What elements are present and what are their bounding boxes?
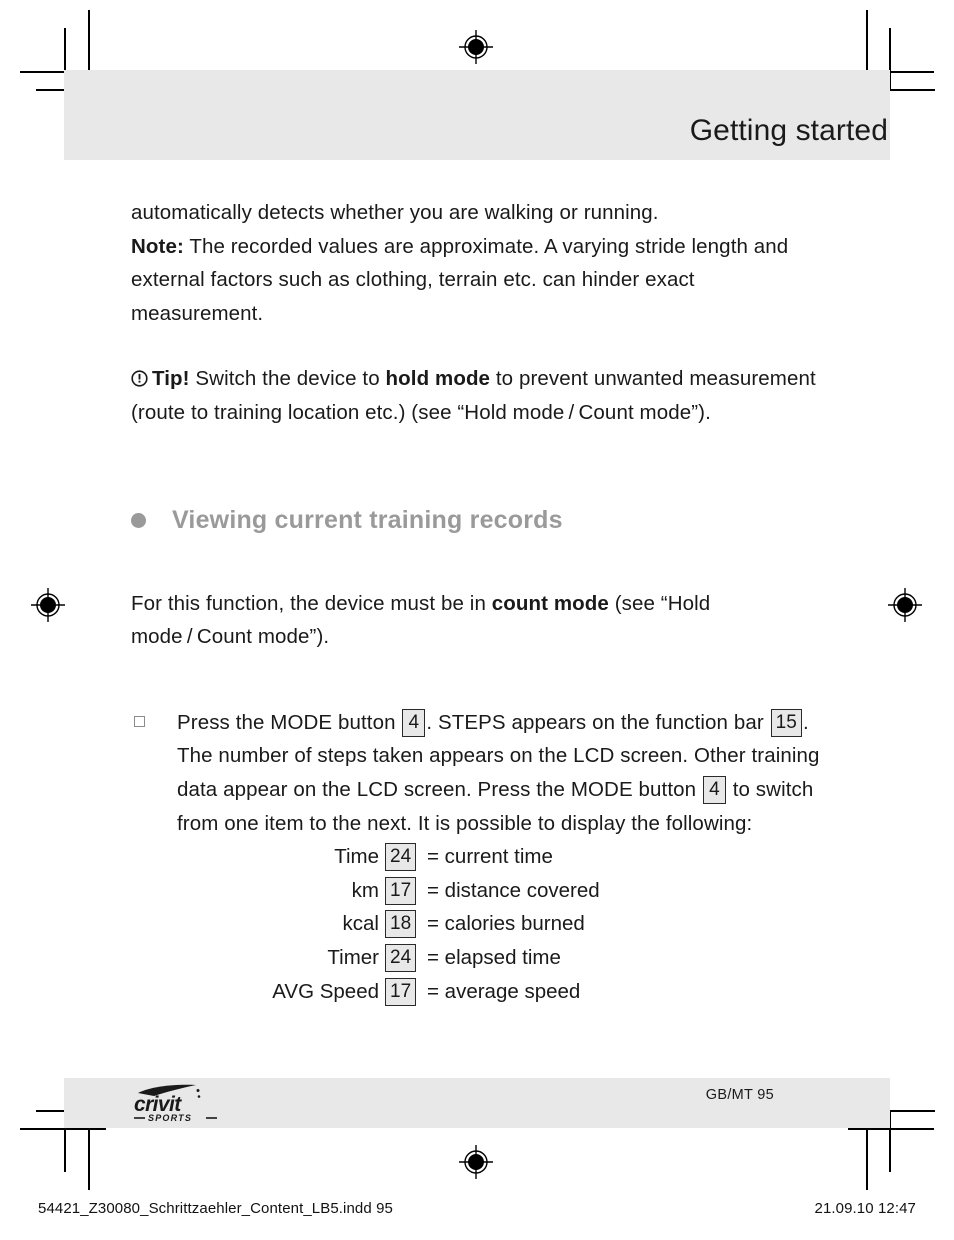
reference-box: 4 — [702, 775, 726, 804]
definition-row: Timer 24 = elapsed time — [131, 941, 831, 975]
definition-label: Timer — [327, 945, 379, 969]
note-label: Note: — [131, 234, 184, 258]
step-seg-2: . STEPS appears on the function bar — [426, 710, 770, 734]
crop-mark-right-top-inner — [885, 89, 935, 91]
definition-row: kcal 18 = calories burned — [131, 907, 831, 941]
crop-mark-top-left-outer — [88, 10, 90, 72]
definition-ref-wrap: 24 — [379, 840, 423, 874]
note-text: The recorded values are approximate. A v… — [131, 234, 789, 325]
page-title: Getting started — [689, 114, 888, 147]
square-bullet-icon — [134, 715, 145, 727]
tip-text-before: Switch the device to — [189, 367, 386, 391]
count-mode-text-before: For this function, the device must be in — [131, 591, 492, 615]
definition-ref-wrap: 17 — [379, 874, 423, 908]
definition-description: = distance covered — [427, 878, 600, 902]
step-seg-1: Press the MODE button — [177, 710, 402, 734]
crop-mark-bottom-left-outer — [88, 1128, 90, 1190]
reference-box: 15 — [770, 708, 802, 737]
crop-mark-right-bottom-outer — [848, 1128, 934, 1130]
footer-page-info: GB/MT 95 — [705, 1087, 774, 1103]
definition-description: = current time — [427, 845, 553, 869]
section-heading: Viewing current training records — [131, 506, 831, 535]
tip-label: Tip! — [152, 367, 190, 391]
tip-bold-term: hold mode — [385, 367, 491, 391]
section-heading-label: Viewing current training records — [172, 505, 563, 534]
page-canvas: Getting started automatically detects wh… — [0, 0, 954, 1240]
definition-list: Time 24 = current time km 17 = distance … — [131, 840, 831, 1008]
list-item: Press the MODE button 4. STEPS appears o… — [131, 706, 831, 840]
crop-mark-right-bottom-inner — [885, 1110, 935, 1112]
paragraph-tip: Tip! Switch the device to hold mode to p… — [131, 362, 831, 429]
paragraph-intro-line1: automatically detects whether you are wa… — [131, 201, 659, 224]
svg-text:SPORTS: SPORTS — [148, 1113, 192, 1123]
definition-row: Time 24 = current time — [131, 840, 831, 874]
registration-mark-left — [31, 588, 65, 622]
reference-box: 4 — [402, 708, 426, 737]
definition-label: km — [351, 878, 379, 902]
step-list: Press the MODE button 4. STEPS appears o… — [131, 706, 831, 840]
registration-mark-right — [888, 588, 922, 622]
definition-label: AVG Speed — [272, 979, 379, 1003]
definition-description: = calories burned — [427, 912, 585, 936]
definition-ref-wrap: 18 — [379, 907, 423, 941]
crop-mark-bottom-right-outer — [866, 1128, 868, 1190]
reference-box: 18 — [385, 910, 417, 939]
print-slug-left: 54421_Z30080_Schrittzaehler_Content_LB5.… — [38, 1200, 393, 1217]
count-mode-bold-term: count mode — [491, 591, 609, 615]
reference-box: 24 — [385, 843, 417, 872]
reference-box: 17 — [385, 977, 417, 1006]
definition-row: AVG Speed 17 = average speed — [131, 975, 831, 1009]
definition-ref-wrap: 17 — [379, 975, 423, 1009]
registration-mark-bottom — [459, 1145, 493, 1179]
definition-row: km 17 = distance covered — [131, 874, 831, 908]
filled-circle-bullet-icon — [131, 512, 146, 528]
step-text: Press the MODE button 4. STEPS appears o… — [177, 706, 831, 840]
definition-description: = elapsed time — [427, 945, 561, 969]
print-slug-right: 21.09.10 12:47 — [814, 1200, 916, 1217]
crop-mark-top-right-outer — [866, 10, 868, 72]
main-content: automatically detects whether you are wa… — [131, 196, 831, 1008]
definition-ref-wrap: 24 — [379, 941, 423, 975]
definition-description: = average speed — [427, 979, 581, 1003]
crop-mark-left-bottom-outer — [20, 1128, 106, 1130]
exclamation-circle-icon — [131, 364, 148, 387]
paragraph-intro: automatically detects whether you are wa… — [131, 196, 831, 330]
crivit-sports-logo: crivit SPORTS — [130, 1082, 234, 1124]
definition-label: kcal — [342, 912, 379, 936]
definition-label: Time — [334, 845, 379, 869]
registration-mark-top — [459, 30, 493, 64]
reference-box: 24 — [385, 943, 417, 972]
paragraph-count-mode: For this function, the device must be in… — [131, 587, 831, 654]
reference-box: 17 — [385, 876, 417, 905]
